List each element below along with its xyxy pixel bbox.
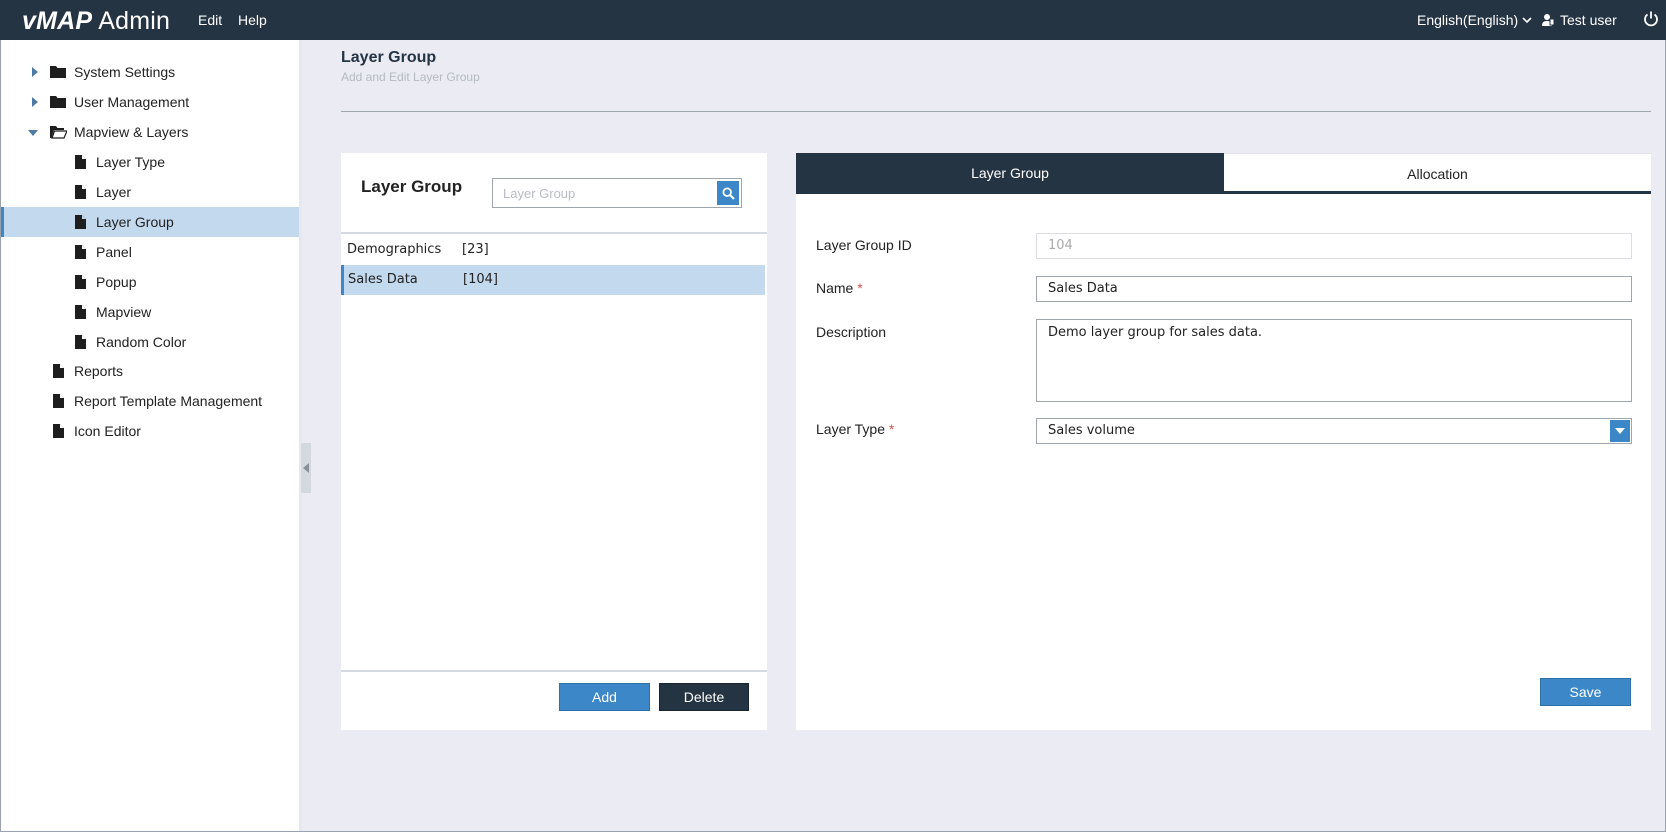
search-icon	[721, 186, 735, 200]
save-button[interactable]: Save	[1540, 678, 1631, 706]
folder-icon	[50, 96, 66, 108]
sidebar-item-mapview-layers[interactable]: Mapview & Layers	[1, 117, 299, 147]
search-button[interactable]	[717, 181, 739, 205]
sidebar-item-icon-editor[interactable]: Icon Editor	[1, 416, 299, 446]
sidebar-item-report-template-management[interactable]: Report Template Management	[1, 386, 299, 416]
sidebar-item-mapview[interactable]: Mapview	[1, 297, 299, 327]
sidebar-item-reports[interactable]: Reports	[1, 356, 299, 386]
layer-group-id-field: 104	[1036, 233, 1632, 259]
collapse-sidebar-handle[interactable]	[301, 443, 311, 493]
user-menu[interactable]: Test user	[1541, 12, 1617, 28]
caret-left-icon	[303, 463, 309, 473]
user-name: Test user	[1560, 12, 1617, 28]
layer-group-list-panel: Layer Group Demographics [23] Sales Data…	[341, 153, 767, 730]
file-icon	[75, 335, 86, 349]
list-item-selected[interactable]: Sales Data [104]	[341, 265, 765, 295]
tab-allocation[interactable]: Allocation	[1224, 153, 1651, 193]
caret-right-icon	[32, 67, 38, 77]
name-input[interactable]	[1048, 281, 1620, 296]
list-item-id: [23]	[462, 242, 489, 257]
header-divider	[341, 111, 1651, 112]
caret-right-icon	[32, 97, 38, 107]
sidebar-item-user-management[interactable]: User Management	[1, 87, 299, 117]
layer-type-value: Sales volume	[1048, 423, 1135, 438]
add-button[interactable]: Add	[559, 683, 650, 711]
file-icon	[75, 275, 86, 289]
file-icon	[75, 185, 86, 199]
menu-help[interactable]: Help	[238, 12, 267, 28]
user-icon	[1542, 14, 1555, 26]
caret-down-icon	[28, 130, 38, 136]
sidebar-item-layer-group[interactable]: Layer Group	[1, 207, 299, 237]
list-item-id: [104]	[463, 272, 498, 287]
sidebar-item-layer-type[interactable]: Layer Type	[1, 147, 299, 177]
list-item[interactable]: Demographics [23]	[341, 235, 765, 265]
layer-group-detail-panel: Layer Group Allocation Layer Group ID 10…	[796, 153, 1651, 730]
layer-group-id-label: Layer Group ID	[816, 237, 912, 253]
file-icon	[75, 245, 86, 259]
language-label: English(English)	[1417, 12, 1519, 28]
search-input[interactable]	[493, 179, 719, 207]
list-divider-top	[341, 232, 767, 234]
file-icon	[75, 155, 86, 169]
layer-type-label: Layer Type *	[816, 421, 895, 437]
power-icon[interactable]	[1642, 10, 1660, 28]
folder-open-icon	[50, 126, 67, 139]
app-logo: vMAP Admin	[22, 7, 171, 35]
tab-underline	[796, 191, 1651, 194]
description-textarea[interactable]: Demo layer group for sales data.	[1048, 325, 1620, 385]
search-box	[492, 178, 742, 208]
folder-icon	[50, 66, 66, 78]
sidebar-item-random-color[interactable]: Random Color	[1, 327, 299, 357]
page-title: Layer Group	[341, 49, 437, 66]
name-label: Name *	[816, 280, 863, 296]
sidebar-item-system-settings[interactable]: System Settings	[1, 57, 299, 87]
name-field[interactable]	[1036, 276, 1632, 302]
top-bar: vMAP Admin Edit Help English(English) Tes…	[0, 0, 1666, 40]
sidebar-item-panel[interactable]: Panel	[1, 237, 299, 267]
chevron-down-icon	[1522, 17, 1532, 24]
layer-type-dropdown-button[interactable]	[1610, 420, 1630, 442]
description-field[interactable]: Demo layer group for sales data.	[1036, 319, 1632, 402]
file-icon	[53, 424, 64, 438]
list-panel-title: Layer Group	[361, 177, 463, 196]
file-icon	[75, 305, 86, 319]
layer-type-select[interactable]: Sales volume	[1036, 418, 1632, 444]
language-selector[interactable]: English(English)	[1417, 12, 1532, 28]
sidebar-item-layer[interactable]: Layer	[1, 177, 299, 207]
list-item-name: Sales Data	[348, 272, 418, 287]
sidebar: System Settings User Management Mapview …	[1, 40, 299, 831]
file-icon	[53, 394, 64, 408]
list-divider-bottom	[341, 670, 767, 672]
file-icon	[53, 364, 64, 378]
page-subtitle: Add and Edit Layer Group	[341, 70, 480, 84]
description-label: Description	[816, 324, 887, 340]
tab-layer-group[interactable]: Layer Group	[796, 153, 1224, 193]
delete-button[interactable]: Delete	[659, 683, 749, 711]
caret-down-icon	[1615, 427, 1625, 434]
sidebar-item-popup[interactable]: Popup	[1, 267, 299, 297]
list-item-name: Demographics	[347, 242, 442, 257]
file-icon	[75, 215, 86, 229]
menu-edit[interactable]: Edit	[198, 12, 222, 28]
